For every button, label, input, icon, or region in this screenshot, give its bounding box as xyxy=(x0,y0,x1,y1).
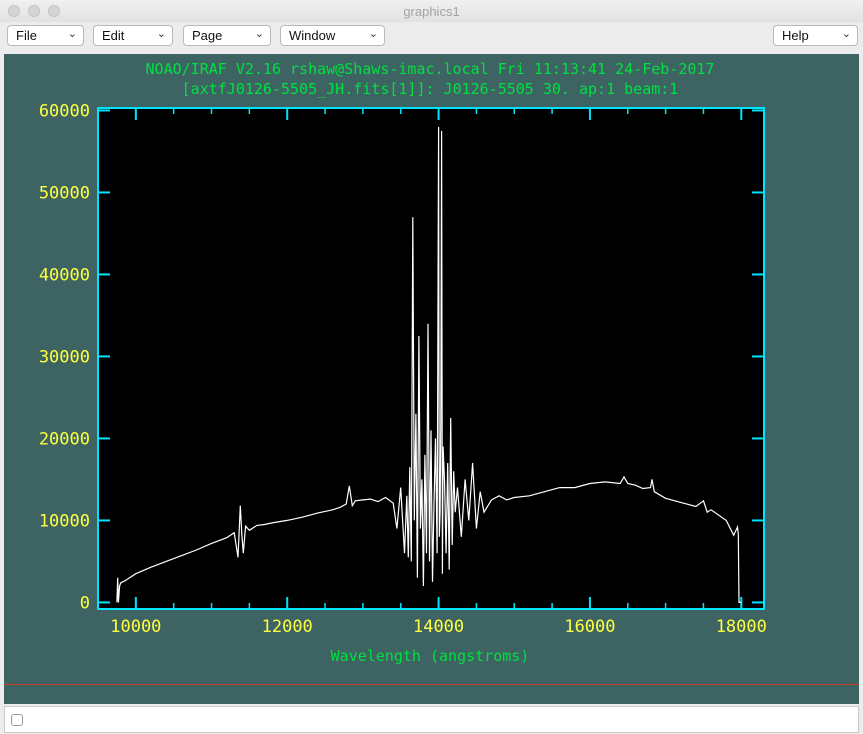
file-menu[interactable]: File ⌄ xyxy=(7,25,84,46)
chevron-down-icon: ⌄ xyxy=(254,28,264,40)
x-tick-label: 16000 xyxy=(564,617,615,637)
status-divider xyxy=(4,684,859,685)
x-tick-label: 14000 xyxy=(413,617,464,637)
x-tick-label: 18000 xyxy=(716,617,767,637)
plot-title-line1: NOAO/IRAF V2.16 rshaw@Shaws-imac.local F… xyxy=(146,60,715,78)
window-title: graphics1 xyxy=(403,4,460,19)
chevron-down-icon: ⌄ xyxy=(841,28,851,40)
window-menu[interactable]: Window ⌄ xyxy=(280,25,385,46)
help-menu[interactable]: Help ⌄ xyxy=(773,25,858,46)
x-axis-label: Wavelength (angstroms) xyxy=(331,647,530,665)
x-tick-label: 12000 xyxy=(262,617,313,637)
y-tick-label: 30000 xyxy=(39,347,90,367)
chevron-down-icon: ⌄ xyxy=(156,28,166,40)
plot-area xyxy=(98,108,764,609)
status-bar xyxy=(4,706,859,733)
chevron-down-icon: ⌄ xyxy=(368,28,378,40)
x-tick-label: 10000 xyxy=(110,617,161,637)
window-titlebar: graphics1 xyxy=(0,0,863,23)
edit-menu-label: Edit xyxy=(102,28,125,43)
page-menu[interactable]: Page ⌄ xyxy=(183,25,271,46)
spectrum-plot[interactable]: NOAO/IRAF V2.16 rshaw@Shaws-imac.local F… xyxy=(4,54,859,704)
page-menu-label: Page xyxy=(192,28,223,43)
status-checkbox[interactable] xyxy=(11,714,23,726)
y-tick-label: 0 xyxy=(80,593,90,613)
file-menu-label: File xyxy=(16,28,37,43)
plot-title-line2: [axtfJ0126-5505_JH.fits[1]]: J0126-5505 … xyxy=(182,80,679,98)
menu-bar: File ⌄ Edit ⌄ Page ⌄ Window ⌄ Help ⌄ xyxy=(0,22,863,52)
y-tick-label: 50000 xyxy=(39,183,90,203)
help-menu-label: Help xyxy=(782,28,809,43)
graphics-canvas[interactable]: NOAO/IRAF V2.16 rshaw@Shaws-imac.local F… xyxy=(4,54,859,704)
chevron-down-icon: ⌄ xyxy=(67,28,77,40)
y-tick-label: 20000 xyxy=(39,429,90,449)
y-tick-label: 10000 xyxy=(39,511,90,531)
y-tick-label: 60000 xyxy=(39,101,90,121)
window-menu-label: Window xyxy=(289,28,336,43)
y-tick-label: 40000 xyxy=(39,265,90,285)
edit-menu[interactable]: Edit ⌄ xyxy=(93,25,173,46)
